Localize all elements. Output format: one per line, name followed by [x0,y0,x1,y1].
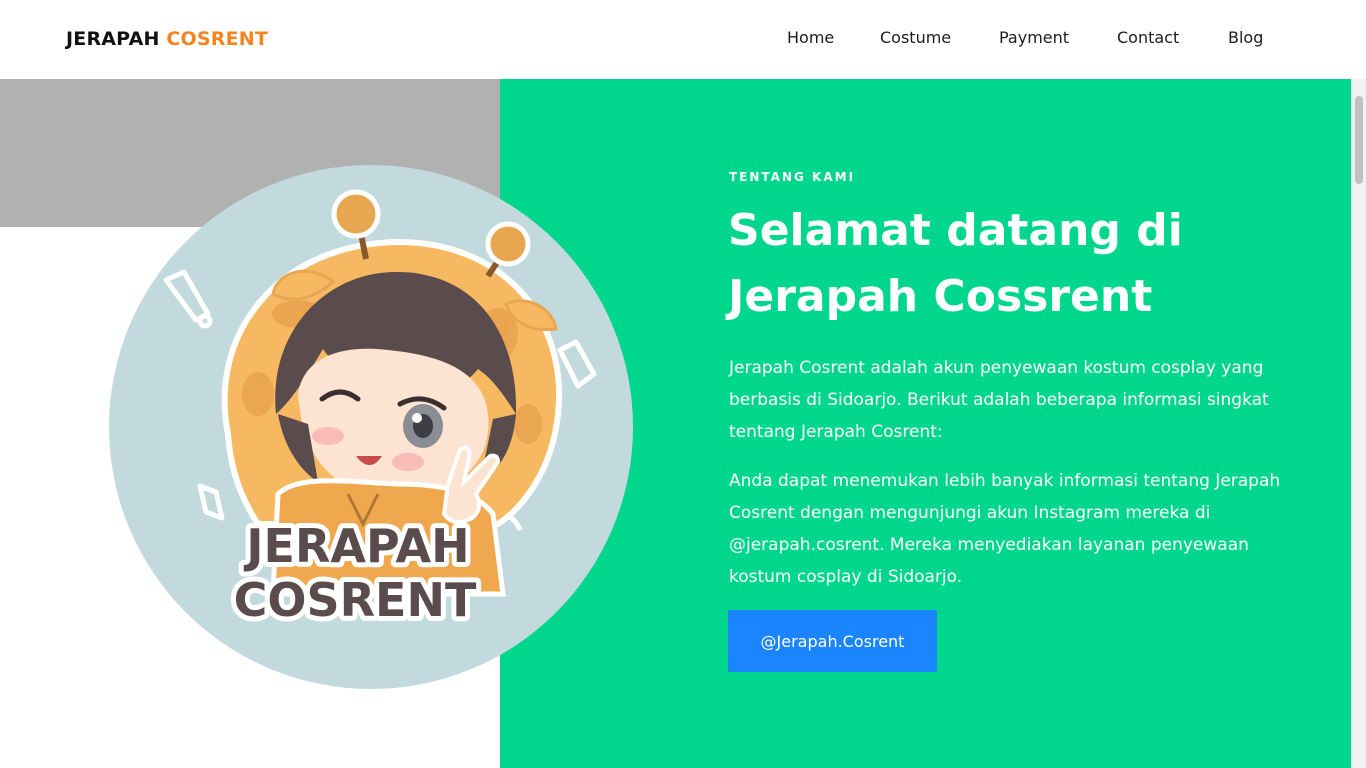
nav-link-blog[interactable]: Blog [1228,28,1263,47]
nav-link-payment[interactable]: Payment [999,28,1069,47]
main-nav: Home Costume Payment Contact Blog [0,28,1366,52]
logo-text-line-1: JERAPAH [243,519,469,573]
page-scrollbar[interactable] [1351,79,1366,768]
about-paragraph-2: Anda dapat menemukan lebih banyak inform… [729,471,1281,587]
jerapah-cosrent-logo-image: JERAPAH JERAPAH COSRENT COSRENT [108,164,634,690]
site-header: JERAPAH COSRENT Home Costume Payment Con… [0,0,1366,79]
scrollbar-thumb[interactable] [1355,96,1363,184]
page-title: Selamat datang di Jerapah Cossrent [728,205,1183,322]
about-paragraph-1: Jerapah Cosrent adalah akun penyewaan ko… [729,358,1269,442]
nav-link-home[interactable]: Home [787,28,834,47]
nav-link-costume[interactable]: Costume [880,28,951,47]
nav-link-contact[interactable]: Contact [1117,28,1179,47]
logo-text-line-2: COSRENT [234,573,477,627]
instagram-button[interactable]: @Jerapah.Cosrent [728,610,937,672]
giraffe-hood-chibi-logo: JERAPAH JERAPAH COSRENT COSRENT [109,165,633,689]
section-eyebrow: TENTANG KAMI [729,170,856,184]
